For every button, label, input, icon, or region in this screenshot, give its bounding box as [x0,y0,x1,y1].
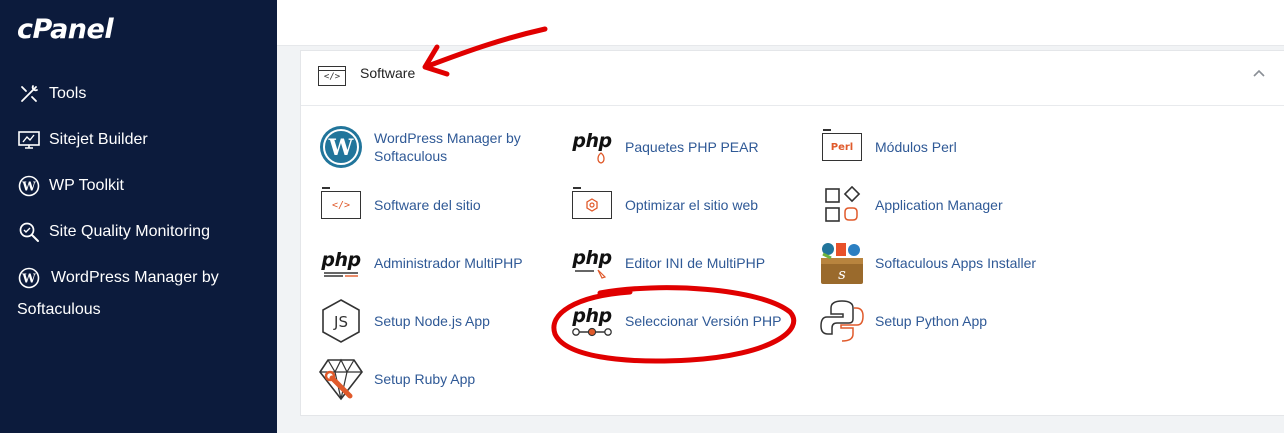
app-softaculous-installer[interactable]: s Softaculous Apps Installer [819,240,1036,286]
app-perl-modules[interactable]: Perl Módulos Perl [819,124,957,170]
svg-text:W: W [328,135,354,161]
svg-text:JS: JS [333,313,348,331]
app-php-pear[interactable]: php Paquetes PHP PEAR [569,124,759,170]
app-label: Setup Node.js App [374,313,490,329]
app-setup-nodejs[interactable]: JS Setup Node.js App [318,298,490,344]
app-setup-ruby[interactable]: Setup Ruby App [318,356,475,402]
sidebar-item-sitejet-builder[interactable]: Sitejet Builder [17,128,148,152]
app-label: Setup Ruby App [374,371,476,387]
section-title: Software [360,65,416,81]
nodejs-icon: JS [318,298,364,344]
wordpress-icon: W [17,266,41,290]
code-window-icon: </> [318,182,364,228]
svg-text:s: s [838,265,846,283]
software-panel-header[interactable]: </> Software [301,51,1284,106]
code-window-icon: </> [318,66,346,86]
app-label: WordPress Manager by Softaculous [374,130,521,164]
sidebar-item-site-quality-monitoring[interactable]: Site Quality Monitoring [17,220,210,244]
app-php-version-selector[interactable]: php Seleccionar Versión PHP [569,298,781,344]
top-band [277,0,1284,46]
magnifier-icon [17,220,41,244]
optimize-icon [569,182,615,228]
monitor-icon [17,128,41,152]
main-content: </> Software W WordPress Manager by Soft… [277,0,1284,433]
app-site-software[interactable]: </> Software del sitio [318,182,481,228]
app-optimize-website[interactable]: Optimizar el sitio web [569,182,758,228]
app-manager-icon [819,182,865,228]
app-label: Módulos Perl [875,139,957,155]
app-application-manager[interactable]: Application Manager [819,182,1003,228]
chevron-up-icon[interactable] [1251,65,1267,81]
sidebar-item-label: Site Quality Monitoring [49,223,210,240]
app-label: Paquetes PHP PEAR [625,139,759,155]
sidebar-item-label: Sitejet Builder [49,131,148,148]
app-label: Software del sitio [374,197,481,213]
sidebar-item-wordpress-manager[interactable]: W WordPress Manager by Softaculous [17,262,257,326]
svg-text:W: W [21,271,36,285]
sidebar-item-label: WP Toolkit [49,177,124,194]
tools-icon [17,82,41,106]
app-label: Editor INI de MultiPHP [625,255,766,271]
app-setup-python[interactable]: Setup Python App [819,298,987,344]
sidebar-item-tools[interactable]: Tools [17,82,86,106]
software-panel: </> Software W WordPress Manager by Soft… [300,50,1284,416]
app-label: Seleccionar Versión PHP [625,313,782,329]
svg-text:W: W [21,180,36,194]
app-wordpress-manager[interactable]: W WordPress Manager by Softaculous [318,124,544,170]
php-selector-icon: php [569,298,615,344]
wordpress-icon: W [17,174,41,198]
app-label: Administrador MultiPHP [374,255,523,271]
perl-icon: Perl [819,124,865,170]
app-multiphp-ini-editor[interactable]: php Editor INI de MultiPHP [569,240,765,286]
sidebar-item-label: WordPress Manager by Softaculous [17,269,219,318]
sidebar-item-label: Tools [49,85,87,102]
app-label: Application Manager [875,197,1003,213]
wordpress-icon: W [318,124,364,170]
app-label: Softaculous Apps Installer [875,255,1037,271]
ruby-icon [318,356,364,402]
sidebar-item-wp-toolkit[interactable]: W WP Toolkit [17,174,124,198]
app-label: Setup Python App [875,313,988,329]
app-multiphp-manager[interactable]: php Administrador MultiPHP [318,240,523,286]
multiphp-ini-icon: php [569,240,615,286]
sidebar: cPanel Tools Sitejet Builder W WP Toolki… [0,0,277,433]
multiphp-icon: php [318,240,364,286]
softaculous-icon: s [819,240,865,286]
app-label: Optimizar el sitio web [625,197,759,213]
cpanel-logo[interactable]: cPanel [17,14,114,45]
php-pear-icon: php [569,124,615,170]
python-icon [819,298,865,344]
